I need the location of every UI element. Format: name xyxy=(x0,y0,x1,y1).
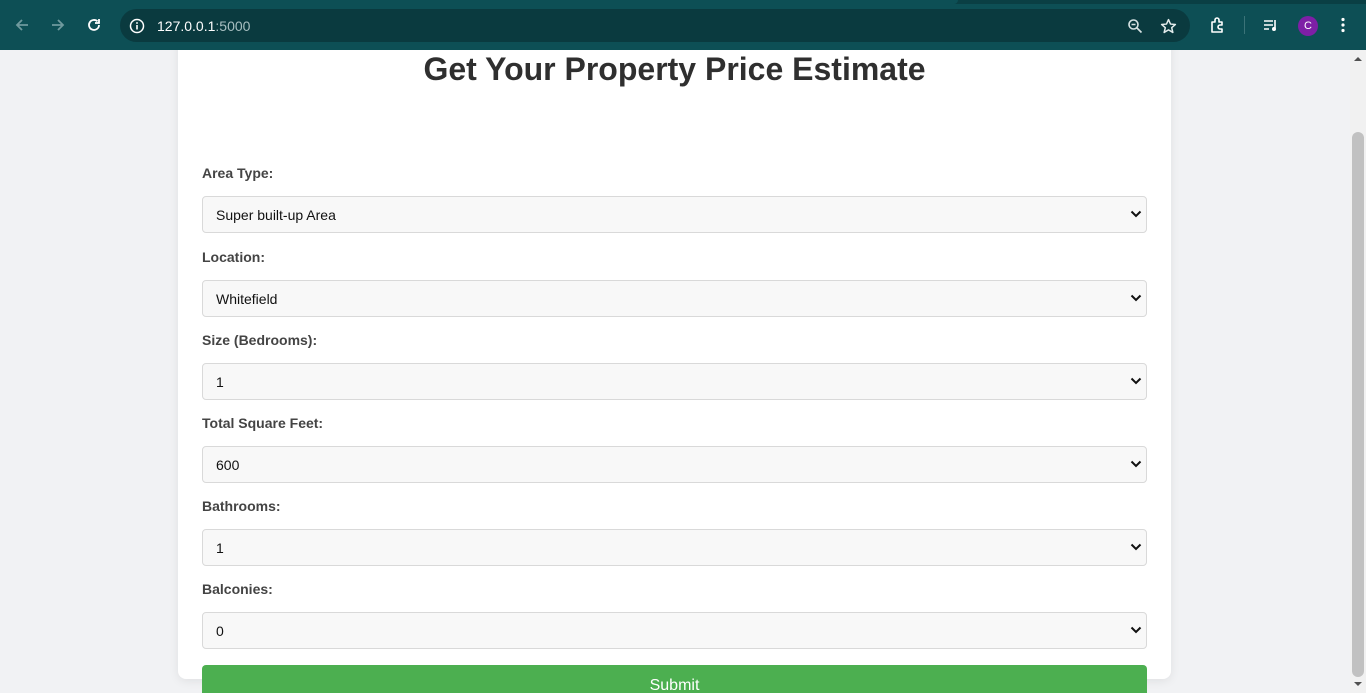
scroll-down-arrow-icon[interactable] xyxy=(1354,680,1362,688)
zoom-icon xyxy=(1128,19,1143,34)
forward-button[interactable] xyxy=(44,11,72,39)
location-select[interactable]: Whitefield xyxy=(202,280,1147,317)
chevron-down-icon xyxy=(1130,294,1142,302)
tab-strip xyxy=(0,0,1366,4)
extensions-icon xyxy=(1211,17,1223,33)
area-type-select[interactable]: Super built-up Area xyxy=(202,196,1147,233)
url-port: :5000 xyxy=(215,18,251,34)
chevron-down-icon xyxy=(1130,460,1142,468)
chevron-down-icon xyxy=(1130,377,1142,385)
menu-dots-icon xyxy=(1341,17,1345,33)
active-tab-edge[interactable] xyxy=(0,0,958,4)
browser-toolbar: 127.0.0.1:5000 C xyxy=(0,0,1366,50)
reload-button[interactable] xyxy=(80,11,108,39)
chevron-down-icon xyxy=(1130,626,1142,634)
media-control-icon xyxy=(1264,20,1276,31)
area-type-label: Area Type: xyxy=(202,165,274,181)
size-label: Size (Bedrooms): xyxy=(202,332,318,348)
media-control-button[interactable] xyxy=(1257,11,1285,39)
scrollbar-thumb[interactable] xyxy=(1352,132,1364,677)
total-sqft-label: Total Square Feet: xyxy=(202,415,324,431)
balconies-select[interactable]: 0 xyxy=(202,612,1147,649)
page-viewport: Get Your Property Price Estimate Area Ty… xyxy=(0,50,1350,693)
browser-menu-button[interactable] xyxy=(1329,11,1357,39)
balconies-value: 0 xyxy=(216,623,224,639)
page-title: Get Your Property Price Estimate xyxy=(423,51,926,87)
balconies-label: Balconies: xyxy=(202,581,273,597)
back-button[interactable] xyxy=(8,11,36,39)
submit-button[interactable]: Submit xyxy=(202,665,1147,693)
size-select[interactable]: 1 xyxy=(202,363,1147,400)
reload-icon xyxy=(88,19,100,31)
chevron-down-icon xyxy=(1130,543,1142,551)
toolbar-separator xyxy=(1244,16,1245,34)
bathrooms-select[interactable]: 1 xyxy=(202,529,1147,566)
extensions-button[interactable] xyxy=(1204,11,1232,39)
zoom-button[interactable] xyxy=(1126,17,1144,35)
back-icon xyxy=(15,19,28,31)
size-value: 1 xyxy=(216,374,224,390)
bathrooms-value: 1 xyxy=(216,540,224,556)
total-sqft-value: 600 xyxy=(216,457,240,473)
bathrooms-label: Bathrooms: xyxy=(202,498,281,514)
url-host: 127.0.0.1 xyxy=(157,18,216,34)
site-info-button[interactable] xyxy=(128,17,146,35)
forward-icon xyxy=(52,19,65,31)
site-info-icon xyxy=(129,18,145,34)
bookmark-star-icon xyxy=(1160,18,1176,33)
bookmark-button[interactable] xyxy=(1159,17,1177,35)
location-label: Location: xyxy=(202,249,265,265)
location-value: Whitefield xyxy=(216,291,278,307)
scroll-up-arrow-icon[interactable] xyxy=(1354,55,1362,63)
profile-avatar[interactable]: C xyxy=(1298,16,1318,36)
area-type-value: Super built-up Area xyxy=(216,207,336,223)
address-bar[interactable]: 127.0.0.1:5000 xyxy=(120,9,1190,42)
url-text[interactable]: 127.0.0.1:5000 xyxy=(157,18,250,34)
vertical-scrollbar[interactable] xyxy=(1350,50,1366,693)
estimate-form-card: Get Your Property Price Estimate Area Ty… xyxy=(178,50,1171,693)
total-sqft-select[interactable]: 600 xyxy=(202,446,1147,483)
chevron-down-icon xyxy=(1130,210,1142,218)
